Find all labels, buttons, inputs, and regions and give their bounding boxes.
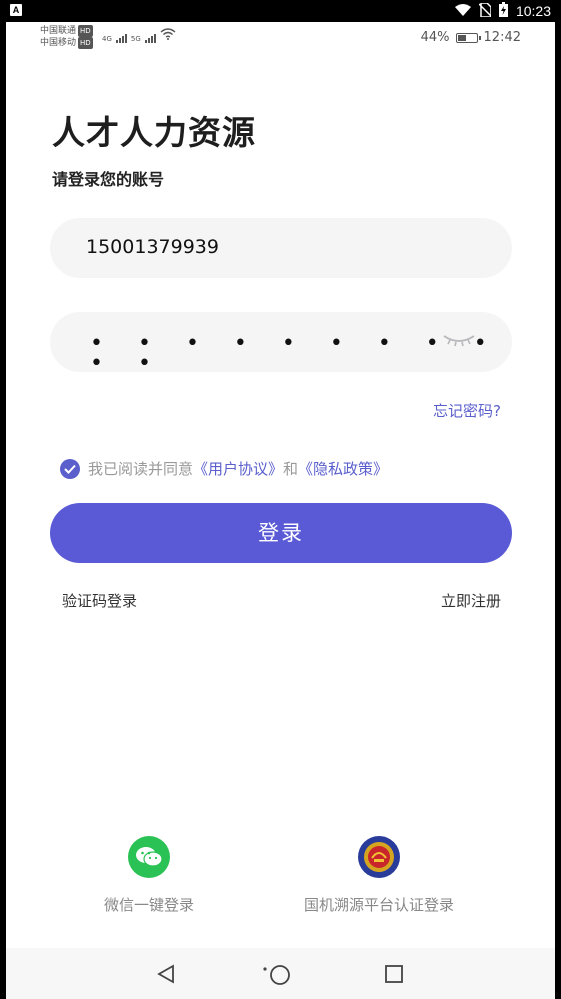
network-5g-label: 5G (130, 35, 141, 43)
network-4g-label: 4G (102, 35, 112, 43)
carrier-info: 中国联通 HD 中国移动 HD (40, 25, 93, 49)
gov-platform-login[interactable]: 国机溯源平台认证登录 (294, 836, 464, 915)
page-subtitle: 请登录您的账号 (52, 170, 165, 189)
hd-badge: HD (78, 37, 93, 49)
phone-clock: 12:42 (483, 30, 521, 45)
battery-icon (455, 32, 481, 43)
system-status-bar: A 10:23 (0, 0, 561, 22)
phone-input-value: 15001379939 (86, 236, 219, 258)
recent-apps-icon[interactable] (384, 964, 404, 988)
battery-charging-icon (498, 2, 508, 20)
checkmark-icon (64, 464, 76, 474)
page-title: 人才人力资源 (52, 113, 256, 152)
signal-indicators: 4G 5G (102, 28, 176, 43)
password-input[interactable]: • • • • • • • • • • • (50, 312, 512, 375)
home-icon[interactable] (262, 964, 292, 990)
sms-login-link[interactable]: 验证码登录 (62, 590, 137, 611)
signal-bars-icon (144, 34, 156, 43)
gov-platform-emblem-icon[interactable] (358, 836, 400, 878)
app-screen: 中国联通 HD 中国移动 HD 4G 5G 44% 12:42 人才人力资源 请登录… (6, 22, 555, 999)
no-sim-icon (478, 1, 492, 20)
battery-percent: 44% (420, 30, 450, 45)
hd-badge: HD (78, 25, 93, 37)
wifi-icon (160, 28, 176, 43)
agreement-prefix: 我已阅读并同意 (88, 460, 194, 478)
agreement-row: 我已阅读并同意 《用户协议》 和 《隐私政策》 (60, 458, 388, 479)
eye-closed-icon[interactable] (442, 332, 476, 352)
register-link[interactable]: 立即注册 (441, 590, 501, 611)
phone-status-bar: 中国联通 HD 中国移动 HD 4G 5G 44% 12:42 (6, 22, 555, 52)
phone-status-right: 44% 12:42 (421, 30, 521, 45)
back-icon[interactable] (156, 964, 176, 988)
system-clock: 10:23 (515, 3, 551, 19)
wechat-icon[interactable] (128, 836, 170, 878)
gov-platform-login-label: 国机溯源平台认证登录 (303, 896, 454, 914)
login-button[interactable]: 登录 (50, 503, 512, 563)
android-navigation-bar (6, 948, 555, 999)
system-status-right: 10:23 (454, 1, 551, 20)
wechat-login[interactable]: 微信一键登录 (94, 836, 204, 915)
signal-bars-icon (115, 34, 127, 43)
privacy-policy-link[interactable]: 《隐私政策》 (298, 458, 388, 479)
carrier1-label: 中国联通 (40, 26, 77, 36)
wechat-login-label: 微信一键登录 (103, 896, 194, 914)
wifi-icon (454, 3, 471, 19)
agreement-and: 和 (283, 460, 299, 478)
phone-input[interactable]: 15001379939 (50, 218, 512, 278)
user-agreement-link[interactable]: 《用户协议》 (193, 458, 283, 479)
carrier2-label: 中国移动 (40, 38, 77, 48)
agreement-checkbox[interactable] (60, 458, 80, 479)
app-notification-icon: A (10, 4, 22, 16)
forgot-password-link[interactable]: 忘记密码? (433, 400, 501, 421)
